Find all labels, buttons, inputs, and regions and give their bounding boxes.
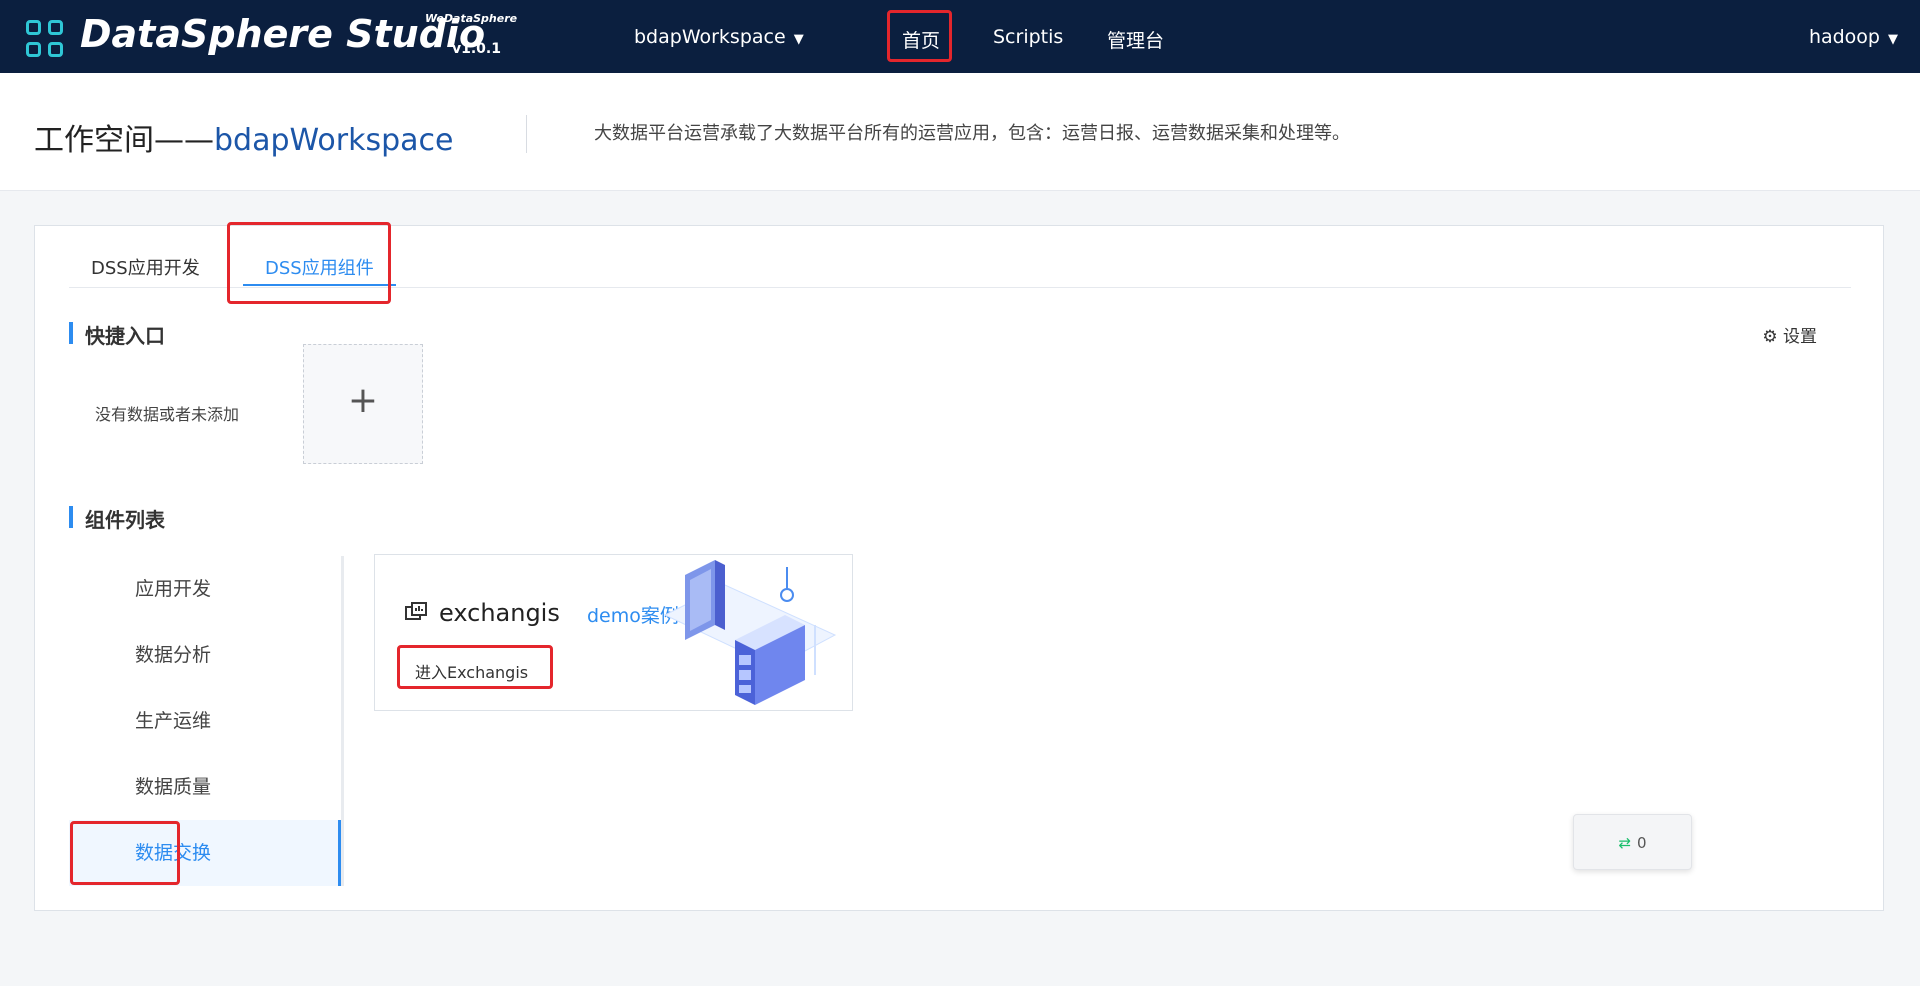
- tab-app-dev[interactable]: DSS应用开发: [91, 254, 200, 280]
- quick-entry-title: 快捷入口: [69, 320, 165, 349]
- exchange-arrows-icon: ⇄: [1618, 834, 1632, 852]
- component-icon: [405, 602, 427, 620]
- component-card-exchangis: exchangis demo案例 进入Exchangis: [374, 554, 853, 711]
- brand-version: v1.0.1: [452, 41, 501, 57]
- chevron-down-icon: ▼: [793, 32, 804, 47]
- gear-icon: ⚙: [1762, 327, 1778, 347]
- highlight-box-home: [887, 10, 952, 62]
- settings-label: 设置: [1783, 327, 1817, 347]
- add-quick-entry-button[interactable]: +: [303, 344, 423, 464]
- highlight-box-tab: [227, 222, 391, 304]
- nav-scriptis[interactable]: Scriptis: [993, 26, 1063, 48]
- workspace-header: 工作空间——bdapWorkspace 大数据平台运营承载了大数据平台所有的运营…: [0, 73, 1920, 191]
- plus-icon: +: [347, 380, 379, 421]
- float-counter-value: 0: [1637, 834, 1647, 852]
- workspace-selector[interactable]: bdapWorkspace ▼: [634, 26, 804, 48]
- logo-grid-icon: [26, 20, 66, 60]
- user-menu[interactable]: hadoop ▼: [1809, 26, 1898, 48]
- server-illustration: [663, 560, 837, 705]
- float-counter-widget[interactable]: ⇄ 0: [1573, 814, 1692, 870]
- user-name: hadoop: [1808, 26, 1880, 48]
- component-list-title: 组件列表: [69, 504, 165, 533]
- highlight-box-enter: [397, 645, 553, 689]
- header-divider: [526, 115, 527, 153]
- top-navbar: DataSphere Studio WeDataSphere v1.0.1 bd…: [0, 0, 1920, 73]
- quick-entry-empty-text: 没有数据或者未添加: [95, 405, 240, 424]
- menu-item-data-analysis[interactable]: 数据分析: [69, 622, 338, 688]
- card-title-text: exchangis: [439, 599, 560, 627]
- menu-item-production-ops[interactable]: 生产运维: [69, 688, 338, 754]
- workspace-title-name: bdapWorkspace: [214, 123, 454, 158]
- menu-item-app-dev[interactable]: 应用开发: [69, 556, 338, 622]
- nav-console[interactable]: 管理台: [1107, 26, 1164, 53]
- chevron-down-icon: ▼: [1888, 32, 1898, 47]
- card-title: exchangis: [405, 599, 560, 627]
- menu-active-indicator: [338, 820, 341, 886]
- main-panel: DSS应用开发 DSS应用组件 快捷入口 ⚙ 设置 没有数据或者未添加 + 组件…: [34, 222, 1884, 911]
- brand-sub: WeDataSphere: [425, 12, 518, 25]
- highlight-box-menu: [70, 821, 180, 885]
- workspace-description: 大数据平台运营承载了大数据平台所有的运营应用，包含：运营日报、运营数据采集和处理…: [594, 123, 1350, 144]
- workspace-title: 工作空间——bdapWorkspace: [34, 115, 454, 159]
- workspace-selector-label: bdapWorkspace: [634, 26, 786, 48]
- workspace-title-prefix: 工作空间——: [34, 123, 214, 158]
- menu-item-data-quality[interactable]: 数据质量: [69, 754, 338, 820]
- settings-button[interactable]: ⚙ 设置: [1762, 322, 1817, 347]
